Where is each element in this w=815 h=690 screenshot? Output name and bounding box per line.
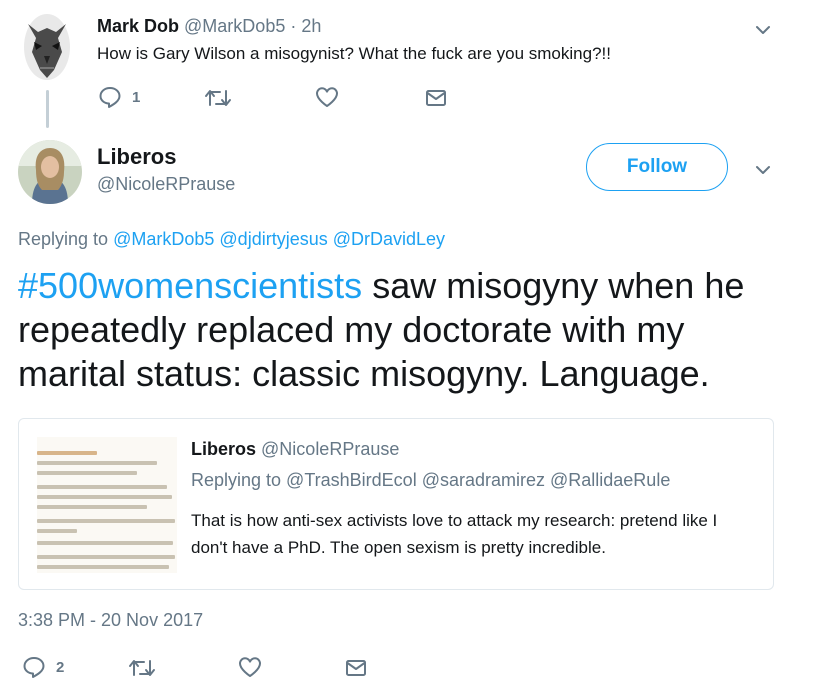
like-button[interactable] [315,86,339,108]
replying-to-line: Replying to @MarkDob5 @djdirtyjesus @DrD… [18,229,445,250]
author-handle[interactable]: @MarkDob5 [184,16,285,36]
retweet-icon [129,660,155,676]
mention-link[interactable]: @djdirtyjesus [219,229,327,249]
reply-count: 2 [56,658,65,676]
thread-connector [46,90,49,128]
chevron-down-icon[interactable] [755,22,771,38]
retweet-button[interactable] [204,88,232,108]
mention-link[interactable]: @MarkDob5 [113,229,214,249]
follow-button[interactable]: Follow [586,143,728,191]
author-name[interactable]: Liberos [97,144,176,170]
retweet-icon [205,90,231,106]
avatar[interactable] [22,12,72,82]
like-icon [316,87,338,107]
like-button[interactable] [238,656,262,678]
separator-dot: · [290,16,297,36]
tweet-text: How is Gary Wilson a misogynist? What th… [97,44,611,63]
quoted-tweet-header: Liberos @NicoleRPrause [191,439,399,460]
quoted-tweet-card[interactable]: Liberos @NicoleRPrause Replying to @Tras… [18,418,774,590]
tweet-age[interactable]: 2h [301,16,321,36]
quoted-replying-to-line: Replying to @TrashBirdEcol @saradramirez… [191,470,671,490]
reply-icon [23,657,45,678]
reply-button[interactable]: 1 [98,86,140,108]
author-handle[interactable]: @NicoleRPrause [97,174,235,195]
avatar[interactable] [18,140,82,204]
reply-button[interactable]: 2 [22,656,64,678]
direct-message-button[interactable] [425,88,447,108]
direct-message-icon [346,660,366,676]
quoted-author-handle: @NicoleRPrause [261,439,400,459]
reply-tweet-header: Mark Dob @MarkDob5 · 2h [97,16,321,37]
direct-message-icon [426,90,446,106]
direct-message-button[interactable] [345,658,367,678]
replying-to-label: Replying to [18,229,109,249]
author-name[interactable]: Mark Dob [97,16,179,36]
reply-icon [99,87,121,108]
quoted-tweet-text: That is how anti-sex activists love to a… [191,511,718,557]
tweet-timestamp[interactable]: 3:38 PM - 20 Nov 2017 [18,610,203,631]
quoted-author-name: Liberos [191,439,257,459]
reply-count: 1 [132,88,141,106]
quoted-tweet-image [37,437,177,573]
hashtag-link[interactable]: #500womenscientists [18,265,362,306]
tweet-text: #500womenscientists saw misogyny when he… [18,264,798,396]
chevron-down-icon[interactable] [755,162,771,178]
mention-link[interactable]: @DrDavidLey [333,229,445,249]
retweet-button[interactable] [128,658,156,678]
like-icon [239,657,261,677]
